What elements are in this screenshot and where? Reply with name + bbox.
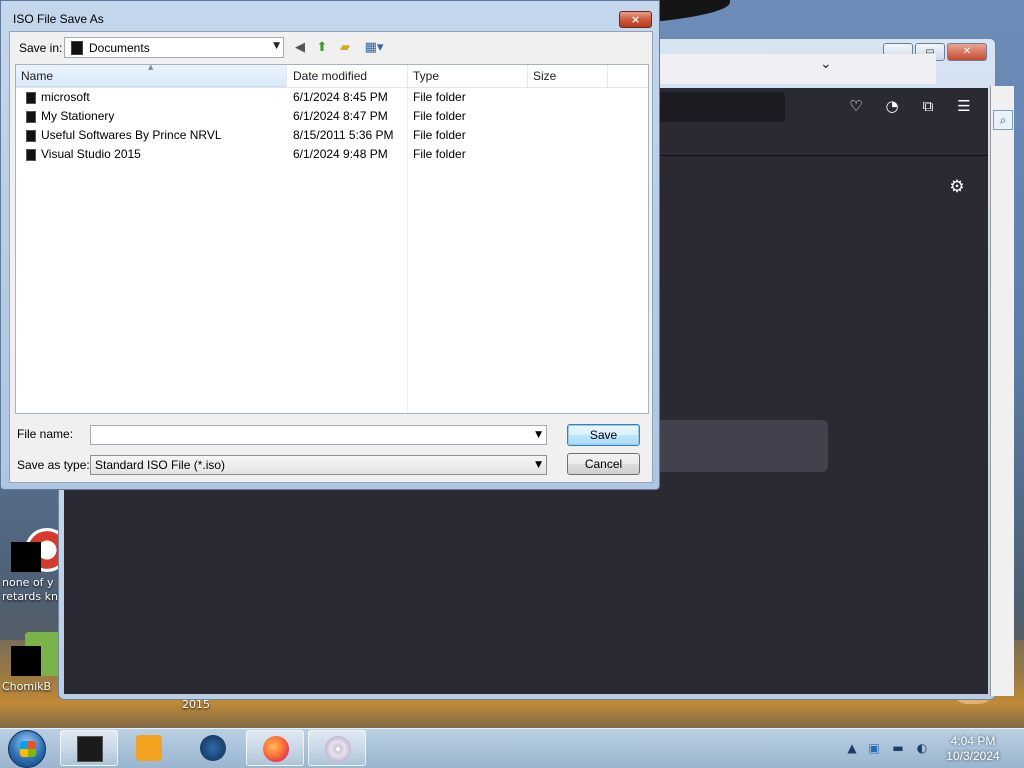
save-in-dropdown[interactable]: Documents ▼ (64, 37, 284, 58)
taskbar-item-media[interactable] (120, 730, 178, 766)
account-icon[interactable]: ◔ (882, 96, 902, 116)
tray-app-icon[interactable]: ▣ (866, 740, 882, 756)
desktop-icon-2[interactable]: ChomikB (2, 632, 69, 694)
folder-icon (71, 41, 83, 55)
file-list-header: Name ▲ Date modified Type Size (16, 63, 648, 88)
taskbar-item-firefox[interactable] (246, 730, 304, 766)
dialog-title: ISO File Save As (13, 12, 104, 26)
file-list[interactable]: Name ▲ Date modified Type Size microsoft… (15, 63, 649, 414)
gear-icon[interactable]: ⚙ (946, 176, 968, 198)
media-player-icon (136, 735, 162, 761)
column-header-size[interactable]: Size (528, 65, 608, 87)
file-date: 6/1/2024 8:45 PM (293, 90, 388, 104)
new-folder-icon[interactable]: ▰ (336, 39, 354, 57)
folder-icon (26, 130, 36, 142)
tray-expand-icon[interactable]: ▲ (844, 740, 860, 756)
chevron-down-icon[interactable]: ⌄ (820, 56, 832, 72)
cancel-button[interactable]: Cancel (567, 453, 640, 475)
dialog-close-button[interactable]: × (619, 11, 652, 28)
background-window-edge: ⌕ (990, 86, 1014, 696)
file-date: 6/1/2024 8:47 PM (293, 109, 388, 123)
desktop-icon-2-label: ChomikB (2, 680, 52, 693)
chevron-down-icon: ▼ (273, 41, 280, 51)
file-row[interactable]: Useful Softwares By Prince NRVL 8/15/201… (16, 126, 648, 145)
globe-icon (200, 735, 226, 761)
save-in-label: Save in: (19, 41, 63, 55)
folder-icon (77, 736, 103, 762)
close-icon[interactable]: ✕ (947, 43, 987, 61)
up-folder-icon[interactable]: ⬆ (313, 39, 331, 57)
clock-date: 10/3/2024 (946, 749, 1000, 763)
save-in-value: Documents (89, 41, 150, 55)
file-type: File folder (413, 109, 466, 123)
firefox-url-bar[interactable] (655, 92, 785, 122)
start-button[interactable] (8, 730, 46, 768)
folder-icon (26, 111, 36, 123)
save-as-type-dropdown[interactable]: Standard ISO File (*.iso) ▼ (90, 455, 547, 475)
file-name: Useful Softwares By Prince NRVL (41, 128, 222, 142)
file-name: microsoft (41, 90, 90, 104)
menu-icon[interactable]: ☰ (954, 96, 974, 116)
extensions-icon[interactable]: ⧉ (918, 96, 938, 116)
save-button[interactable]: Save (567, 424, 640, 446)
save-as-dialog: ISO File Save As × Save in: Documents ▼ … (0, 0, 660, 490)
taskbar-item-iso-tool[interactable] (308, 730, 366, 766)
file-name: My Stationery (41, 109, 115, 123)
sort-ascending-icon: ▲ (148, 63, 154, 71)
desktop-icon-1-image (11, 528, 69, 572)
save-as-type-label: Save as type: (17, 458, 90, 472)
desktop-icon-1-label: none of y retards kn (2, 576, 58, 603)
file-type: File folder (413, 128, 466, 142)
disc-icon (325, 736, 351, 762)
file-row[interactable]: microsoft 6/1/2024 8:45 PM File folder (16, 88, 648, 107)
view-menu-icon[interactable]: ▦▾ (361, 39, 387, 57)
file-row[interactable]: Visual Studio 2015 6/1/2024 9:48 PM File… (16, 145, 648, 164)
firefox-icon (263, 736, 289, 762)
pocket-icon[interactable]: ♡ (846, 96, 866, 116)
file-row[interactable]: My Stationery 6/1/2024 8:47 PM File fold… (16, 107, 648, 126)
file-date: 6/1/2024 9:48 PM (293, 147, 388, 161)
column-header-type[interactable]: Type (408, 65, 528, 87)
taskbar-item-globe[interactable] (184, 730, 242, 766)
taskbar-item-documents[interactable] (60, 730, 118, 766)
windows-logo-icon (20, 741, 36, 757)
clock-time: 4:04 PM (950, 734, 996, 748)
file-type: File folder (413, 90, 466, 104)
taskbar-clock[interactable]: 4:04 PM 10/3/2024 (938, 734, 1008, 764)
volume-icon[interactable]: ◐ (914, 740, 930, 756)
file-name: Visual Studio 2015 (41, 147, 141, 161)
column-header-date[interactable]: Date modified (288, 65, 408, 87)
network-icon[interactable]: ▬ (890, 740, 906, 756)
folder-icon (26, 92, 36, 104)
back-icon[interactable]: ◀ (291, 39, 309, 57)
search-icon[interactable]: ⌕ (993, 110, 1013, 130)
desktop-icon-2-image (11, 632, 69, 676)
file-date: 8/15/2011 5:36 PM (293, 128, 394, 142)
chevron-down-icon[interactable]: ▼ (535, 430, 542, 440)
file-name-label: File name: (17, 427, 74, 441)
file-name-input[interactable] (91, 426, 521, 444)
desktop-icon-1[interactable]: none of y retards kn (2, 528, 69, 604)
folder-icon (26, 149, 36, 161)
save-as-type-value: Standard ISO File (*.iso) (95, 458, 226, 472)
file-type: File folder (413, 147, 466, 161)
file-name-combo[interactable]: ▼ (90, 425, 547, 445)
chevron-down-icon: ▼ (535, 460, 542, 470)
